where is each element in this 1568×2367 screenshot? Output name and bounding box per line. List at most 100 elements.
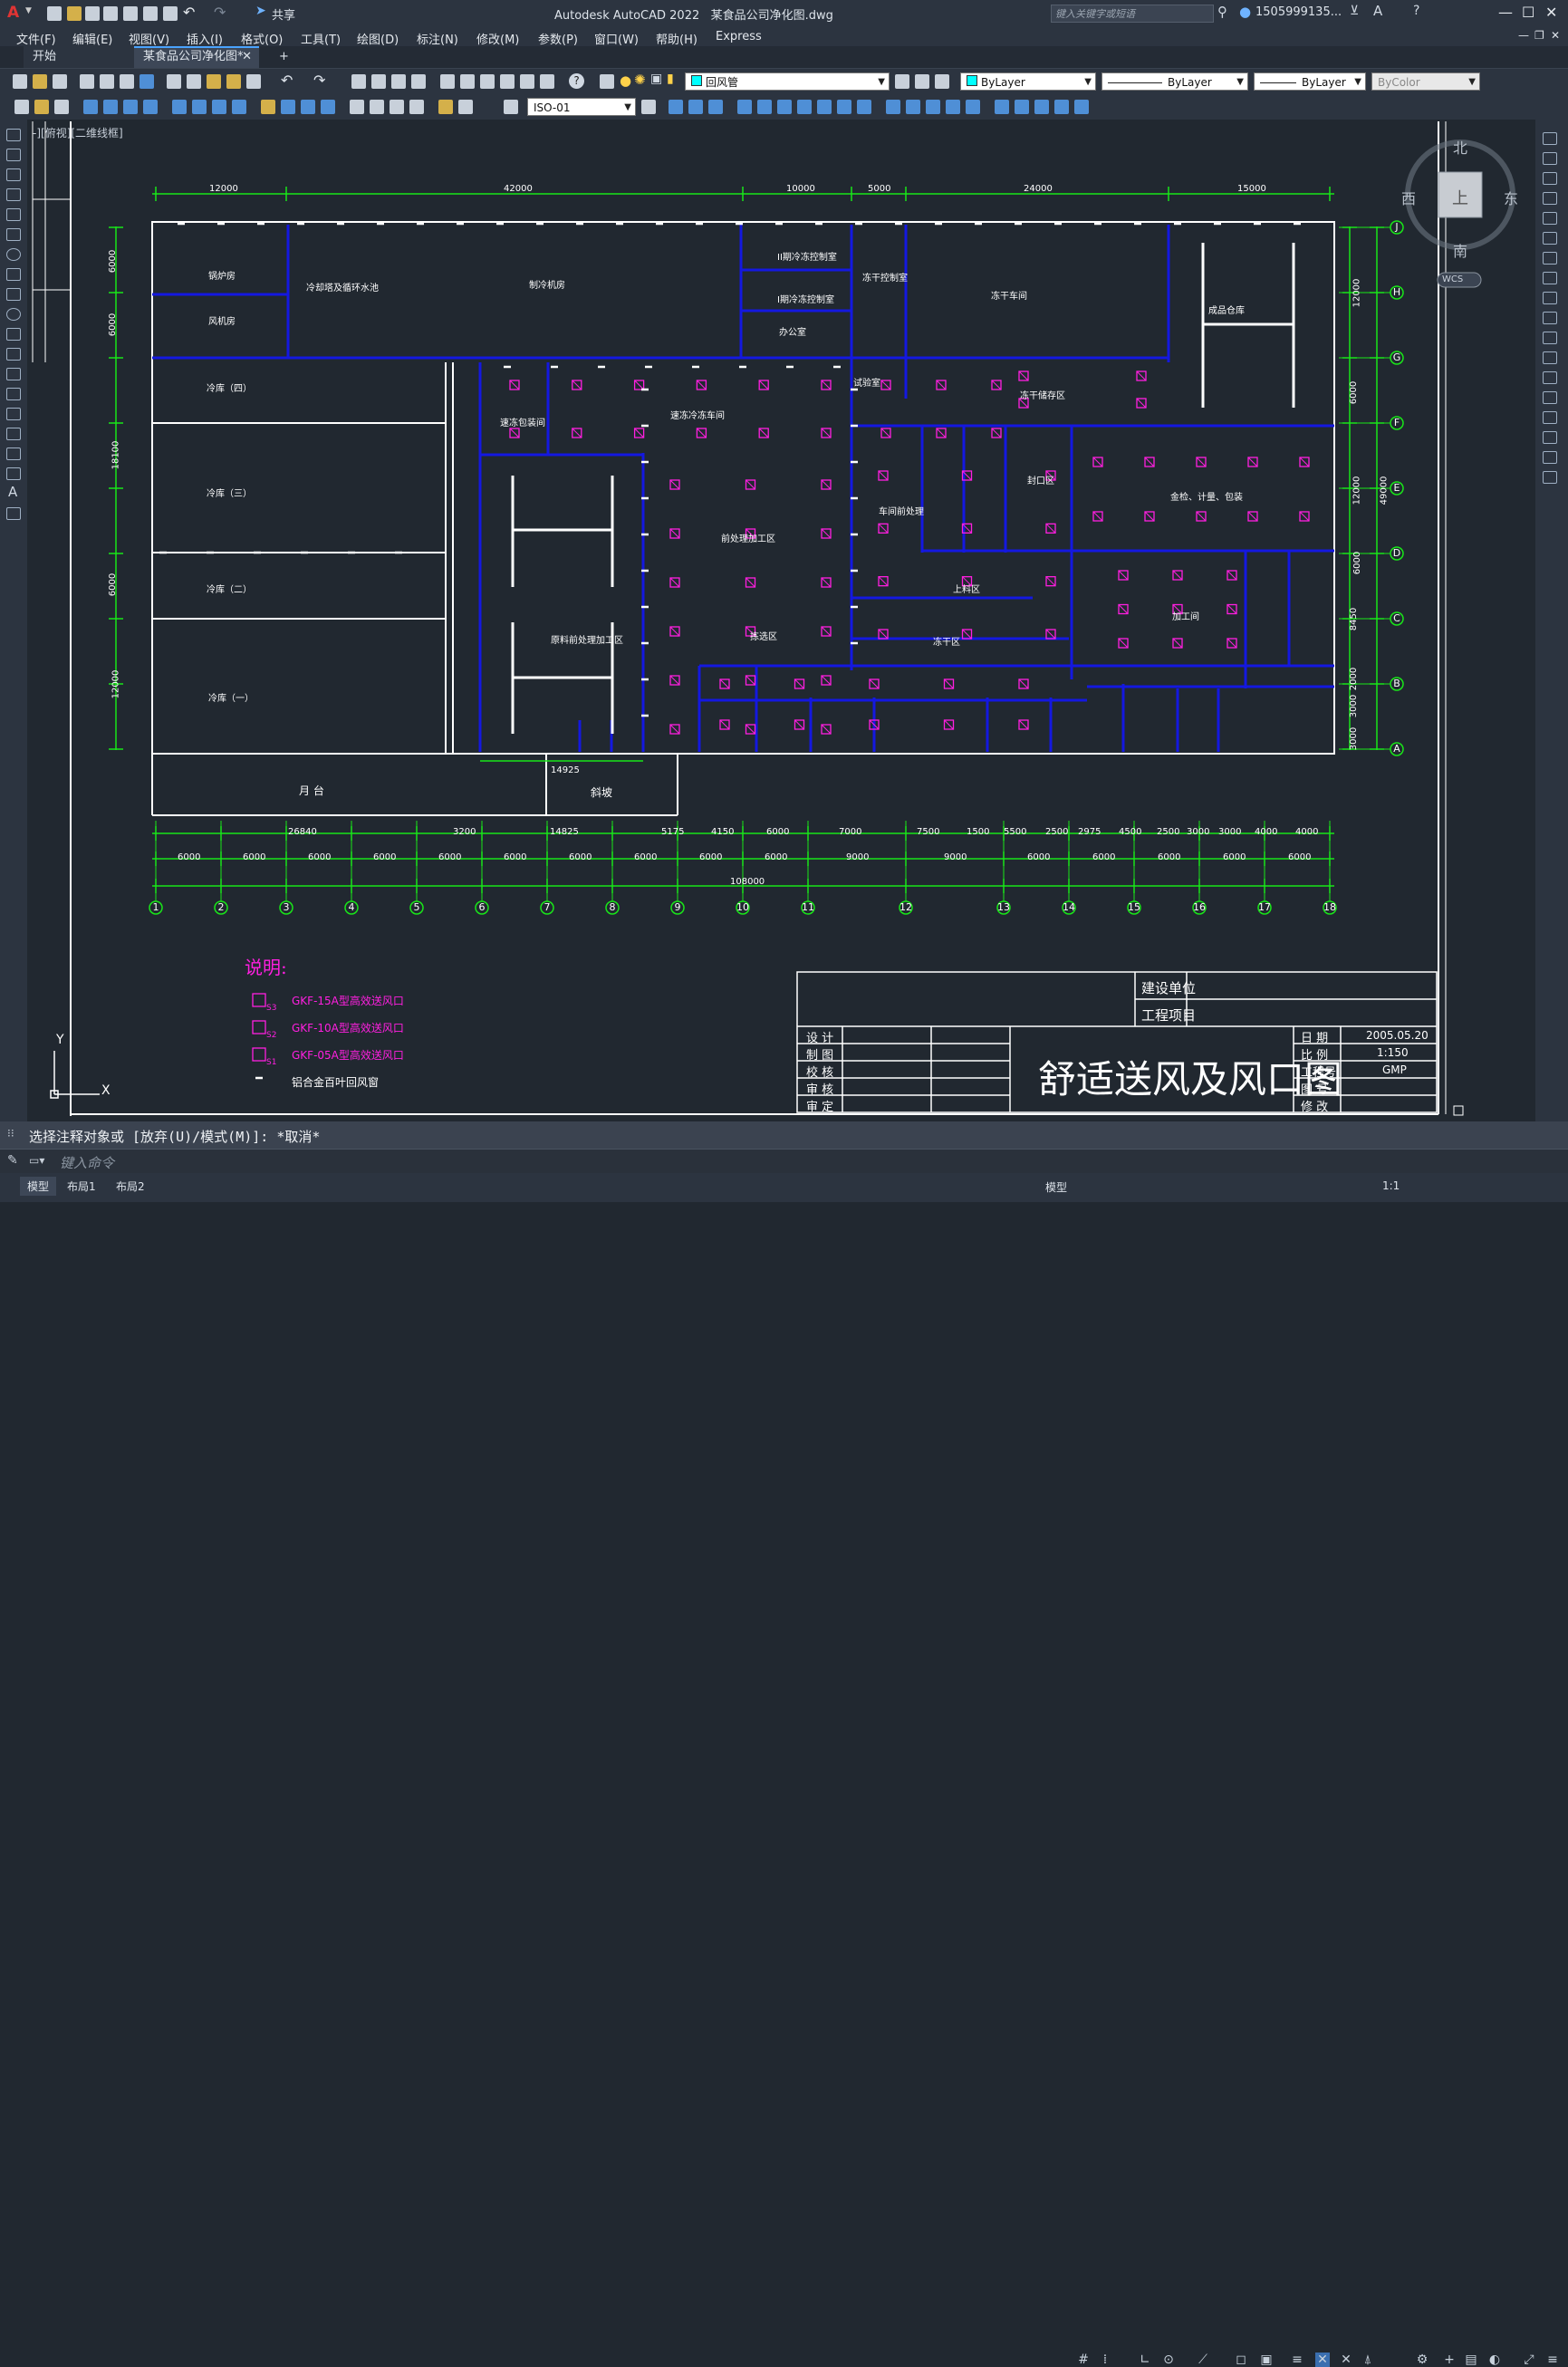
dimension-ticks — [109, 187, 1384, 893]
command-history-text: 选择注释对象或 [放弃(U)/模式(M)]: *取消* — [29, 1129, 321, 1145]
legend-diffuser-symbol — [252, 1047, 266, 1062]
diffuser-cross — [878, 576, 889, 587]
diffuser-cross — [1045, 470, 1056, 481]
column-label: 14 — [1063, 901, 1075, 913]
column-label: 2 — [217, 901, 225, 913]
diffuser-cross — [1018, 370, 1029, 381]
command-input[interactable]: 键入命令 — [60, 1153, 114, 1172]
polar-icon[interactable]: ⊙ — [1161, 2353, 1176, 2367]
diffuser-cross — [1136, 398, 1147, 409]
diffuser-cross — [991, 428, 1002, 438]
layout-tab-model[interactable]: 模型 — [20, 1177, 57, 1196]
duct-runs — [511, 243, 1295, 734]
annotation-scale-icon[interactable]: ⍋ — [1361, 2353, 1375, 2367]
diffuser-cross — [821, 626, 832, 637]
lineweight-icon[interactable]: ≡ — [1290, 2353, 1304, 2367]
diffuser-cross — [991, 380, 1002, 390]
diffuser-cross — [1092, 511, 1103, 522]
layout-tab-2-label: 布局2 — [116, 1180, 145, 1193]
diffuser-cross — [1018, 719, 1029, 730]
diffuser-cross — [1196, 457, 1207, 467]
diffuser-cross — [880, 380, 891, 390]
diffuser-cross — [669, 577, 680, 588]
diffuser-cross — [746, 528, 755, 539]
layout-tab-1[interactable]: 布局1 — [67, 1179, 96, 1194]
isolate-icon[interactable]: ◐ — [1487, 2353, 1502, 2367]
snap-icon[interactable]: ⁞ — [1098, 2353, 1112, 2367]
diffuser-cross — [669, 626, 680, 637]
column-label: 8 — [609, 901, 616, 913]
layout-tab-2[interactable]: 布局2 — [116, 1179, 145, 1194]
fullscreen-icon[interactable]: ⤢ — [1522, 2353, 1536, 2367]
column-label: 3 — [283, 901, 290, 913]
diffuser-cross — [634, 428, 644, 438]
command-menu-icon[interactable]: ▭▾ — [29, 1154, 44, 1167]
annotation-scale-value[interactable]: 1:1 — [1382, 1179, 1400, 1192]
column-label: 11 — [802, 901, 814, 913]
diffuser-cross — [1118, 604, 1129, 614]
column-label: 5 — [413, 901, 420, 913]
diffuser-cross — [1247, 457, 1258, 467]
diffuser-cross — [1118, 638, 1129, 649]
diffuser-cross — [746, 626, 755, 637]
cmd-grip-icon[interactable]: ⁝⁝ — [7, 1127, 14, 1140]
diffuser-cross — [758, 380, 769, 390]
blue-partitions — [152, 225, 1334, 752]
column-label: 9 — [674, 901, 681, 913]
diffuser-cross — [572, 428, 582, 438]
diffuser-cross — [669, 528, 680, 539]
diffuser-cross — [758, 428, 769, 438]
osnap-icon[interactable]: ◻ — [1234, 2353, 1248, 2367]
air-diffusers — [252, 370, 1310, 1062]
column-label: 17 — [1258, 901, 1271, 913]
workspace-gear-icon[interactable]: ⚙ — [1415, 2353, 1429, 2367]
hardware-accel-icon[interactable]: ▤ — [1464, 2353, 1478, 2367]
diffuser-cross — [878, 523, 889, 534]
diffuser-cross — [944, 678, 954, 689]
column-label: 15 — [1128, 901, 1140, 913]
command-line[interactable]: ✎ ▭▾ 键入命令 — [0, 1149, 1568, 1174]
diffuser-cross — [794, 719, 804, 730]
dimension-lines — [115, 193, 1378, 887]
column-label: 12 — [899, 901, 912, 913]
customize-icon[interactable]: ≡ — [1545, 2353, 1560, 2367]
column-label: 10 — [736, 901, 749, 913]
model-space-button[interactable]: 模型 — [1045, 1179, 1067, 1195]
diffuser-cross — [936, 380, 947, 390]
diffuser-cross — [1144, 511, 1155, 522]
wrench-icon[interactable]: ✎ — [7, 1153, 18, 1168]
diffuser-cross — [821, 577, 832, 588]
annotation-autoscale-icon[interactable]: ✕ — [1339, 2353, 1353, 2367]
ortho-icon[interactable]: ∟ — [1138, 2353, 1152, 2367]
diffuser-cross — [719, 678, 730, 689]
annotation-visibility-icon[interactable]: ✕ — [1315, 2353, 1330, 2367]
diffuser-cross — [746, 577, 755, 588]
viewcube[interactable] — [1405, 140, 1515, 288]
add-icon[interactable]: + — [1442, 2353, 1457, 2367]
row-label: F — [1393, 417, 1400, 428]
diffuser-cross — [697, 380, 707, 390]
column-label: 7 — [544, 901, 551, 913]
diffuser-cross — [821, 479, 832, 490]
column-label: 6 — [478, 901, 486, 913]
column-label: 1 — [152, 901, 159, 913]
title-block — [796, 971, 1438, 1113]
grid-icon[interactable]: # — [1076, 2353, 1091, 2367]
row-label: B — [1393, 678, 1400, 689]
diffuser-cross — [1092, 457, 1103, 467]
diffuser-cross — [1118, 570, 1129, 581]
diffuser-cross — [1144, 457, 1155, 467]
diffuser-cross — [1018, 398, 1029, 409]
diffuser-cross — [634, 380, 644, 390]
isodraft-icon[interactable]: ⟋ — [1196, 2353, 1210, 2367]
otrack-icon[interactable]: ▣ — [1259, 2353, 1274, 2367]
row-label: D — [1392, 547, 1401, 559]
row-label: A — [1393, 743, 1400, 755]
diffuser-cross — [821, 675, 832, 686]
diffuser-cross — [944, 719, 954, 730]
diffuser-cross — [746, 675, 755, 686]
diffuser-cross — [509, 380, 520, 390]
ucs-icon — [50, 1051, 100, 1099]
diffuser-cross — [669, 724, 680, 735]
column-label: 13 — [997, 901, 1010, 913]
